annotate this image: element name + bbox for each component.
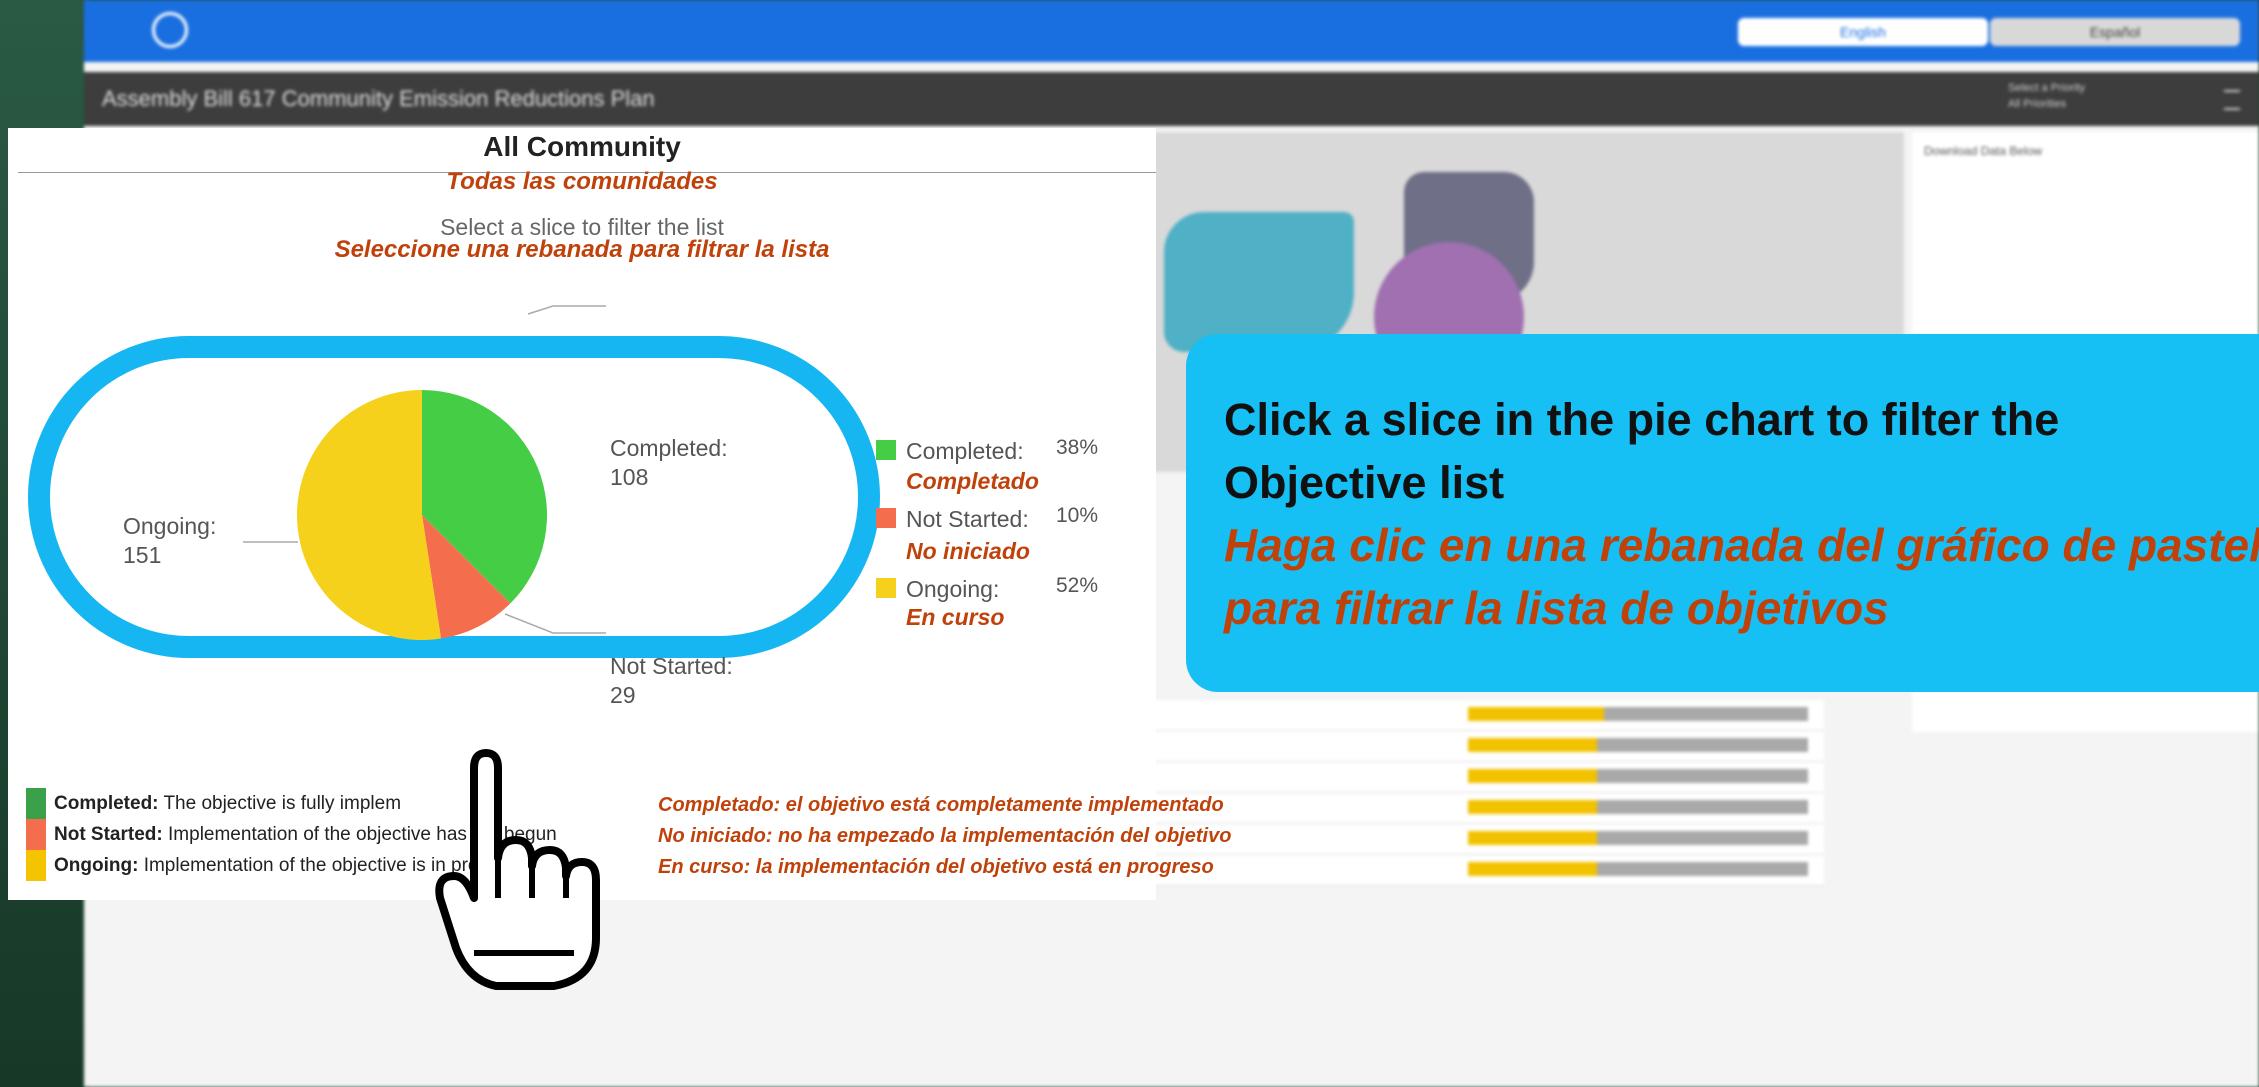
legend-label-es: En curso (906, 604, 1005, 630)
legend-label: Not Started: (906, 506, 1029, 532)
panel-title-es: Todas las comunidades (446, 168, 718, 195)
status-description-es: No iniciado: no ha empezado la implement… (658, 825, 1232, 847)
slice-label-ongoing: Ongoing: 151 (123, 513, 217, 568)
description-swatch (26, 788, 46, 819)
progress-bar (1468, 800, 1808, 814)
community-chart-panel: All Community Todas las comunidades Sele… (8, 128, 1231, 990)
legend-label: Ongoing: (906, 576, 1000, 602)
priority-value: All Priorities (2008, 98, 2067, 110)
legend-swatch (876, 508, 896, 528)
slice-label-completed: Completed: 108 (610, 435, 728, 490)
legend-swatch (876, 440, 896, 460)
legend-percent: 52% (1056, 574, 1099, 597)
instruction-callout: Click a slice in the pie chart to filter… (1186, 334, 2259, 692)
progress-bar (1468, 738, 1808, 752)
status-description: Completed: The objective is fully implem (26, 788, 401, 819)
legend-percent: 10% (1056, 504, 1099, 527)
slice-label-not-started: Not Started: 29 (610, 653, 733, 708)
menu-icon[interactable] (2224, 90, 2240, 110)
priority-label: Select a Priority (2008, 82, 2086, 94)
progress-fill (1468, 862, 1598, 876)
callout-text: Click a slice in the pie chart to filter… (1224, 394, 2060, 508)
map-region[interactable] (1164, 212, 1354, 352)
progress-fill (1468, 800, 1598, 814)
progress-bar (1468, 862, 1808, 876)
pointer-hand-icon (435, 749, 600, 990)
spanish-button[interactable]: Español (1990, 18, 2240, 46)
agency-logo-icon (152, 12, 188, 48)
progress-fill (1468, 707, 1604, 721)
progress-fill (1468, 738, 1598, 752)
legend-label-es: Completado (906, 468, 1039, 494)
status-description-es: En curso: la implementación del objetivo… (658, 856, 1214, 878)
legend-label-es: No iniciado (906, 538, 1030, 564)
description-swatch (26, 850, 46, 881)
legend-percent: 38% (1056, 436, 1099, 459)
instruction-text-es: Seleccione una rebanada para filtrar la … (334, 236, 830, 263)
progress-bar (1468, 831, 1808, 845)
priority-select[interactable]: Select a Priority All Priorities (2008, 80, 2085, 112)
download-title: Download Data Below (1924, 144, 2043, 158)
callout-text-es: Haga clic en una rebanada del gráfico de… (1224, 519, 2259, 634)
panel-title: All Community (483, 131, 681, 162)
legend-label: Completed: (906, 438, 1024, 464)
status-pie-chart[interactable] (297, 390, 547, 640)
description-swatch (26, 819, 46, 850)
app-title: Assembly Bill 617 Community Emission Red… (102, 86, 655, 111)
progress-fill (1468, 769, 1598, 783)
legend-swatch (876, 578, 896, 598)
progress-bar (1468, 769, 1808, 783)
status-description-es: Completado: el objetivo está completamen… (658, 794, 1224, 816)
top-bar: English Español (84, 0, 2259, 62)
progress-bar (1468, 707, 1808, 721)
slice-ongoing[interactable] (297, 390, 442, 640)
english-button[interactable]: English (1738, 18, 1988, 46)
title-bar: Assembly Bill 617 Community Emission Red… (84, 72, 2259, 126)
progress-fill (1468, 831, 1598, 845)
